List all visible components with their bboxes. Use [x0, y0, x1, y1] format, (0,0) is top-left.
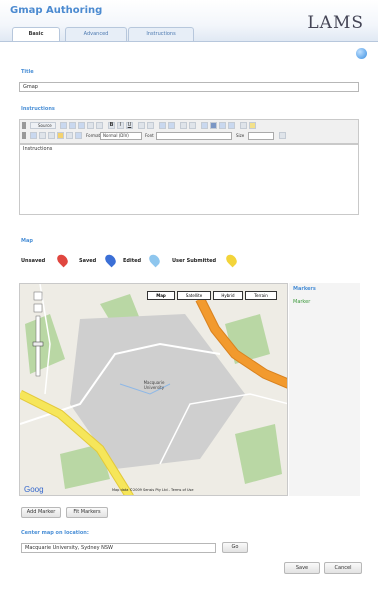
tab-divider [0, 41, 378, 42]
instructions-content: Instructions [23, 146, 53, 152]
yellow-marker-icon [224, 252, 239, 268]
image-icon[interactable] [30, 132, 37, 139]
map-type-hybrid[interactable]: Hybrid [213, 291, 243, 300]
align-right-icon[interactable] [219, 122, 226, 129]
map-type-terrain[interactable]: Terrain [245, 291, 277, 300]
instructions-editor[interactable] [19, 144, 359, 215]
align-center-icon[interactable] [210, 122, 217, 129]
align-justify-icon[interactable] [228, 122, 235, 129]
font-label: Font [145, 133, 154, 138]
markers-panel-title: Markers [293, 286, 316, 292]
title-input[interactable]: Gmap [19, 82, 359, 92]
map-attribution: Map data ©2009 Sensis Pty Ltd - Terms of… [112, 488, 194, 492]
source-button[interactable]: Source [30, 122, 56, 129]
map-type-satellite[interactable]: Satellite [177, 291, 211, 300]
toolbar-row-2: Format Normal (DIV) Font Size [22, 132, 356, 141]
text-color-icon[interactable] [240, 122, 247, 129]
svg-text:Goog: Goog [24, 485, 44, 494]
map-label: Map [21, 238, 33, 244]
legend-saved-label: Saved [79, 258, 97, 264]
italic-icon[interactable]: I [117, 122, 124, 129]
google-map[interactable]: Goog Map Satellite Hybrid Terrain Macqua… [19, 283, 288, 496]
underline-icon[interactable]: U [126, 122, 133, 129]
markers-panel: Markers Marker [289, 283, 360, 496]
lams-logo: LAMS [307, 13, 364, 33]
undo-icon[interactable] [87, 122, 94, 129]
cut-icon[interactable] [60, 122, 67, 129]
bold-icon[interactable]: B [108, 122, 115, 129]
align-left-icon[interactable] [201, 122, 208, 129]
help-icon[interactable] [356, 48, 367, 59]
center-map-label: Center map on location: [21, 530, 89, 536]
red-marker-icon [55, 252, 70, 268]
indent-icon[interactable] [189, 122, 196, 129]
map-tiles: Goog [20, 284, 287, 495]
format-label: Format [86, 133, 101, 138]
paste-icon[interactable] [78, 122, 85, 129]
legend-edited-label: Edited [123, 258, 142, 264]
superscript-icon[interactable] [147, 122, 154, 129]
toolbar-row-1: Source B I U [22, 122, 356, 131]
font-select[interactable] [156, 132, 232, 140]
instructions-label: Instructions [21, 106, 55, 112]
map-type-map[interactable]: Map [147, 291, 175, 300]
toolbar-grip [22, 122, 26, 129]
link-icon[interactable] [75, 132, 82, 139]
title-label: Title [21, 69, 34, 75]
tab-basic[interactable]: Basic [12, 27, 60, 42]
tab-instructions[interactable]: Instructions [128, 27, 194, 41]
special-char-icon[interactable] [66, 132, 73, 139]
highlight-icon[interactable] [249, 122, 256, 129]
numbered-list-icon[interactable] [159, 122, 166, 129]
table-icon[interactable] [39, 132, 46, 139]
save-button[interactable]: Save [284, 562, 320, 574]
maximize-icon[interactable] [279, 132, 286, 139]
size-select[interactable] [248, 132, 274, 140]
legend-unsaved-label: Unsaved [21, 258, 46, 264]
toolbar-grip [22, 132, 26, 139]
smiley-icon[interactable] [57, 132, 64, 139]
horizontal-rule-icon[interactable] [48, 132, 55, 139]
cancel-button[interactable]: Cancel [324, 562, 362, 574]
add-marker-button[interactable]: Add Marker [21, 507, 61, 518]
light-blue-marker-icon [147, 252, 162, 268]
subscript-icon[interactable] [138, 122, 145, 129]
location-input[interactable]: Macquarie University, Sydney NSW [21, 543, 216, 553]
format-select[interactable]: Normal (DIV) [100, 132, 142, 140]
bulleted-list-icon[interactable] [168, 122, 175, 129]
tab-advanced[interactable]: Advanced [65, 27, 127, 41]
map-place-label: Macquarie University [143, 380, 165, 390]
outdent-icon[interactable] [180, 122, 187, 129]
fit-markers-button[interactable]: Fit Markers [66, 507, 108, 518]
page-title: Gmap Authoring [10, 5, 103, 16]
legend-user-submitted-label: User Submitted [172, 258, 217, 264]
copy-icon[interactable] [69, 122, 76, 129]
size-label: Size [236, 133, 245, 138]
redo-icon[interactable] [96, 122, 103, 129]
go-button[interactable]: Go [222, 542, 248, 553]
blue-marker-icon [103, 252, 118, 268]
marker-list-item[interactable]: Marker [293, 299, 310, 305]
